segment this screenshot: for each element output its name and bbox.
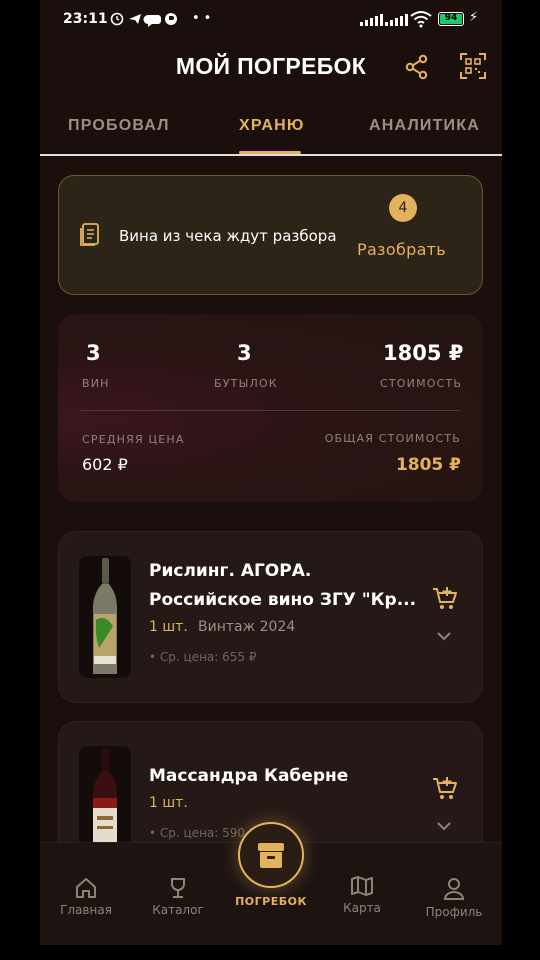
notification-app-icons (110, 12, 177, 27)
status-time: 23:11 (63, 11, 108, 27)
page-title: МОЙ ПОГРЕБОК (175, 53, 367, 79)
tab-bar: ПРОБОВАЛ ХРАНЮ АНАЛИТИКА (40, 108, 502, 156)
sort-receipt-button[interactable]: Разобрать (357, 240, 446, 259)
nav-cellar-button[interactable] (238, 822, 304, 888)
battery-icon: 94 (438, 12, 464, 26)
wines-label: ВИН (82, 377, 110, 390)
wine-bottle-image (79, 556, 131, 678)
receipt-count-badge: 4 (389, 194, 417, 222)
bottles-label: БУТЫЛОК (214, 377, 278, 390)
total-value: 1805 ₽ (395, 455, 461, 475)
more-notifications-icon: •• (192, 11, 216, 26)
wine-name-line1: Рислинг. АГОРА. (149, 561, 312, 581)
wine-avg-price: • Ср. цена: 655 ₽ (149, 650, 257, 664)
total-value-label: ОБЩАЯ СТОИМОСТЬ (324, 432, 461, 445)
tab-analytics[interactable]: АНАЛИТИКА (369, 117, 480, 135)
avg-price-label: СРЕДНЯЯ ЦЕНА (82, 433, 185, 446)
status-bar: 23:11 •• 94 ⚡ (40, 0, 502, 40)
tab-tried[interactable]: ПРОБОВАЛ (68, 117, 170, 135)
tab-storing[interactable]: ХРАНЮ (239, 117, 305, 135)
signal-icon (360, 14, 383, 26)
qr-code-icon (460, 53, 486, 79)
battery-level: 94 (440, 14, 462, 24)
bottles-count: 3 (237, 341, 252, 365)
avg-price-value: 602 ₽ (82, 455, 128, 474)
app-frame: 23:11 •• 94 ⚡ МОЙ ПОГРЕБОК ПРОБОВАЛ ХРАН… (0, 0, 540, 960)
charging-icon: ⚡ (469, 10, 479, 25)
map-icon (351, 876, 373, 896)
share-button[interactable] (402, 52, 432, 82)
wifi-icon (410, 11, 432, 28)
chevron-down-icon[interactable] (436, 631, 452, 641)
add-to-cart-icon[interactable] (431, 586, 459, 612)
chevron-down-icon[interactable] (436, 821, 452, 831)
receipt-banner-text: Вина из чека ждут разбора (119, 227, 337, 245)
nav-label-active: ПОГРЕБОК (235, 895, 307, 908)
riesling-bottle-image (93, 558, 117, 674)
receipt-icon (80, 223, 99, 246)
add-to-cart-icon[interactable] (431, 776, 459, 802)
system-nav-bar (40, 945, 502, 960)
archive-box-icon (258, 843, 284, 868)
qr-scan-button[interactable] (458, 51, 488, 81)
receipt-banner[interactable]: Вина из чека ждут разбора 4 Разобрать (58, 175, 483, 295)
screen: 23:11 •• 94 ⚡ МОЙ ПОГРЕБОК ПРОБОВАЛ ХРАН… (40, 0, 502, 960)
signal-icon-2 (385, 14, 408, 26)
wine-vintage: Винтаж 2024 (198, 619, 296, 635)
active-tab-indicator (239, 151, 301, 154)
cellar-value-label: СТОИМОСТЬ (380, 377, 463, 390)
cellar-value: 1805 ₽ (383, 341, 464, 365)
notification-icons (110, 11, 182, 31)
wine-qty: 1 шт. (149, 795, 188, 811)
wine-name-line2: Российское вино ЗГУ "Кр... (149, 590, 417, 610)
wine-name-line1: Массандра Каберне (149, 766, 349, 786)
wines-count: 3 (86, 341, 101, 365)
cellar-stats-card: 3 ВИН 3 БУТЫЛОК 1805 ₽ СТОИМОСТЬ СРЕДНЯЯ… (58, 314, 483, 502)
stats-divider (80, 410, 460, 411)
wine-qty: 1 шт. (149, 619, 188, 635)
wine-card[interactable]: Рислинг. АГОРА. Российское вино ЗГУ "Кр.… (58, 531, 483, 703)
share-icon (405, 54, 428, 80)
